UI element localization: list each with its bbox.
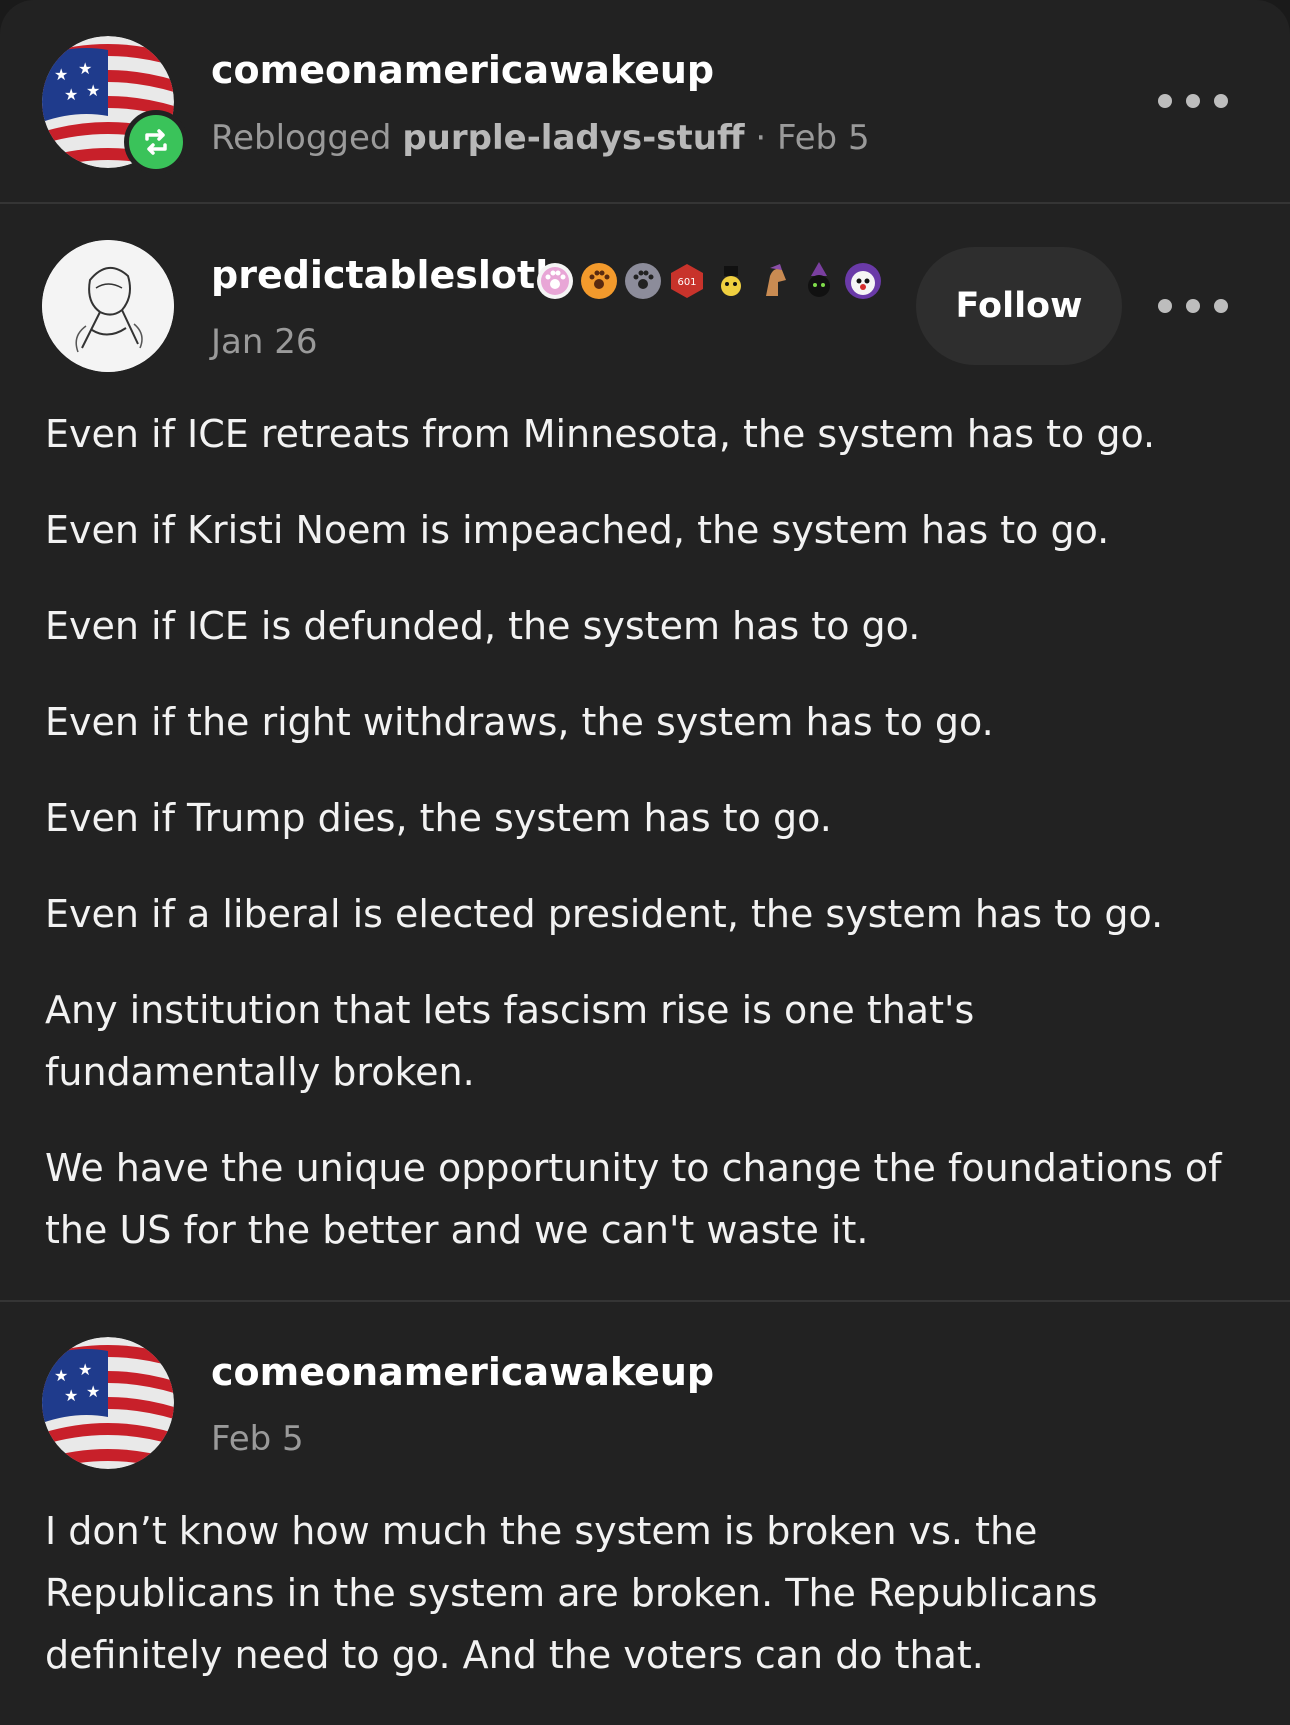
- reblog-icon: [124, 110, 188, 174]
- svg-text:★: ★: [64, 1386, 78, 1405]
- post-paragraph: Any institution that lets fascism rise i…: [45, 988, 975, 1094]
- original-post-body: Even if ICE retreats from Minnesota, the…: [45, 403, 1255, 1295]
- svg-text:★: ★: [86, 1382, 100, 1401]
- svg-text:★: ★: [78, 1360, 92, 1379]
- svg-text:★: ★: [86, 81, 100, 100]
- post-paragraph: Even if a liberal is elected president, …: [45, 892, 1164, 936]
- clown-badge-icon: [845, 263, 881, 299]
- follow-button[interactable]: Follow: [916, 247, 1122, 365]
- reply-avatar[interactable]: ★ ★ ★ ★: [42, 1337, 174, 1469]
- reply-post-body: I don’t know how much the system is brok…: [45, 1500, 1255, 1720]
- svg-text:601: 601: [677, 277, 696, 288]
- us-flag-icon: ★ ★ ★ ★: [42, 1337, 174, 1469]
- reblog-date[interactable]: Feb 5: [777, 118, 870, 158]
- author-more-options-icon[interactable]: [1158, 291, 1228, 321]
- svg-text:★: ★: [54, 1366, 68, 1385]
- paw-badge-pink-icon: [537, 263, 573, 299]
- svg-text:★: ★: [78, 59, 92, 78]
- post-paragraph: Even if ICE is defunded, the system has …: [45, 604, 921, 648]
- reply-date[interactable]: Feb 5: [211, 1419, 304, 1459]
- reblogged-from-link[interactable]: purple-ladys-stuff: [402, 118, 744, 158]
- post-paragraph: Even if the right withdraws, the system …: [45, 700, 994, 744]
- divider: [0, 202, 1290, 204]
- witch-cat-badge-icon: [808, 262, 830, 297]
- svg-text:★: ★: [64, 85, 78, 104]
- post-paragraph: We have the unique opportunity to change…: [45, 1146, 1222, 1252]
- user-badges: 601: [536, 262, 882, 302]
- author-avatar[interactable]: [42, 240, 174, 372]
- more-options-icon[interactable]: [1158, 86, 1228, 116]
- post-card: ★ ★ ★ ★ comeonamericawakeup Reblogged pu…: [0, 0, 1290, 1725]
- paw-badge-orange-icon: [581, 263, 617, 299]
- penguin-badge-icon: [721, 266, 741, 296]
- svg-text:★: ★: [54, 65, 68, 84]
- paw-badge-gray-icon: [625, 263, 661, 299]
- reply-username[interactable]: comeonamericawakeup: [211, 1350, 714, 1394]
- author-username[interactable]: predictablesloth: [211, 253, 562, 297]
- author-post-date[interactable]: Jan 26: [211, 322, 317, 362]
- reblogger-username[interactable]: comeonamericawakeup: [211, 48, 714, 92]
- meta-separator: ·: [755, 118, 767, 158]
- post-paragraph: Even if ICE retreats from Minnesota, the…: [45, 412, 1156, 456]
- post-paragraph: Even if Trump dies, the system has to go…: [45, 796, 832, 840]
- d20-badge-icon: 601: [671, 264, 703, 298]
- sketch-portrait-icon: [42, 240, 174, 372]
- horse-badge-icon: [766, 264, 786, 296]
- divider: [0, 1300, 1290, 1302]
- reblogged-label: Reblogged: [211, 118, 392, 158]
- post-paragraph: I don’t know how much the system is brok…: [45, 1509, 1098, 1677]
- reblog-meta: Reblogged purple-ladys-stuff · Feb 5: [211, 118, 870, 158]
- post-paragraph: Even if Kristi Noem is impeached, the sy…: [45, 508, 1110, 552]
